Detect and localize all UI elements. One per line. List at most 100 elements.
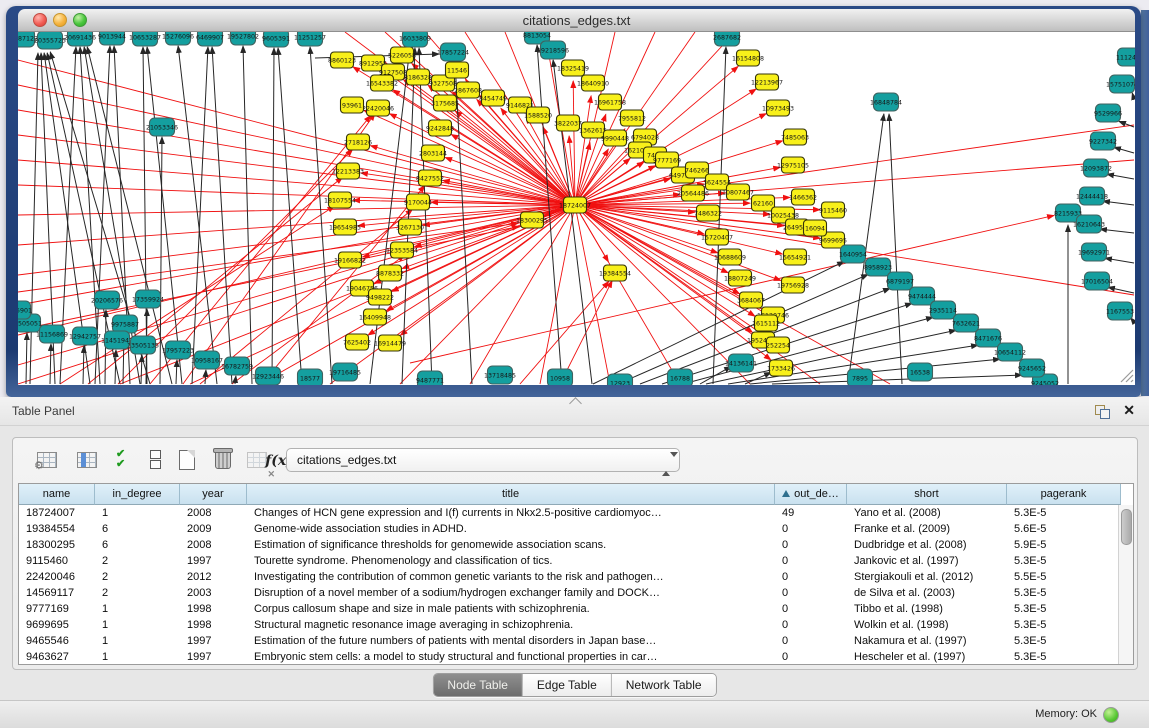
- network-node[interactable]: 1588520: [524, 107, 552, 123]
- network-node[interactable]: 16543382: [366, 75, 398, 91]
- new-table-icon[interactable]: [173, 449, 201, 475]
- network-node[interactable]: 17359924: [132, 290, 164, 308]
- network-node[interactable]: 10807467: [722, 184, 754, 200]
- network-node[interactable]: 12444418: [1076, 187, 1108, 205]
- network-node[interactable]: 2935114: [929, 301, 957, 319]
- memory-status-icon[interactable]: [1103, 707, 1119, 723]
- network-node[interactable]: 12975105: [777, 157, 809, 173]
- network-node[interactable]: 2718126: [344, 134, 372, 150]
- network-node[interactable]: 5226058: [388, 47, 416, 63]
- network-node[interactable]: 16538: [908, 363, 933, 381]
- network-node[interactable]: 8958923: [864, 258, 892, 276]
- column-header-title[interactable]: title: [247, 484, 775, 505]
- network-node[interactable]: 3684067: [737, 292, 765, 308]
- network-node[interactable]: 9990448: [601, 130, 629, 146]
- network-node[interactable]: 62160: [752, 195, 775, 211]
- column-header-name[interactable]: name: [19, 484, 95, 505]
- network-node[interactable]: 9529966: [1094, 104, 1122, 122]
- network-node[interactable]: 9013944: [98, 32, 126, 45]
- table-row[interactable]: 977716911998Corpus callosum shape and si…: [19, 601, 1133, 617]
- network-node[interactable]: 16914479: [374, 335, 406, 351]
- network-node[interactable]: 16848784: [870, 93, 902, 111]
- network-node[interactable]: 12942757: [69, 327, 101, 345]
- network-node[interactable]: 3267130: [396, 219, 424, 235]
- network-node[interactable]: 252254: [766, 337, 790, 353]
- network-node[interactable]: 2867608: [454, 82, 482, 98]
- network-node[interactable]: 2803144: [419, 145, 447, 161]
- column-header-pagerank[interactable]: pagerank: [1007, 484, 1121, 505]
- network-node[interactable]: 9605391: [262, 32, 290, 47]
- table-settings-icon[interactable]: ⚙: [33, 449, 61, 475]
- network-node[interactable]: 15654921: [779, 249, 811, 265]
- network-node[interactable]: 12213383: [332, 163, 364, 179]
- network-node[interactable]: 10958: [548, 369, 573, 385]
- network-node[interactable]: 10958167: [191, 351, 223, 369]
- column-header-out_de[interactable]: out_de…: [775, 484, 847, 505]
- tab-edge-table[interactable]: Edge Table: [522, 674, 611, 696]
- network-node[interactable]: 18107554: [324, 192, 356, 208]
- network-node[interactable]: 6469907: [196, 32, 224, 46]
- network-node[interactable]: 21053346: [146, 118, 178, 136]
- network-node[interactable]: 11251257: [294, 32, 326, 46]
- network-node[interactable]: 10653287: [129, 32, 161, 46]
- network-node[interactable]: 9115460: [819, 202, 847, 218]
- network-node[interactable]: 18577: [298, 369, 323, 385]
- network-node[interactable]: 16788: [668, 369, 693, 385]
- network-node[interactable]: 13718485: [484, 366, 516, 384]
- network-canvas[interactable]: 1872400718300295193845548860123891295552…: [18, 32, 1135, 385]
- network-node[interactable]: 19716485: [329, 363, 361, 381]
- network-node[interactable]: 1615112: [752, 315, 780, 331]
- show-column-icon[interactable]: [73, 449, 101, 475]
- table-row[interactable]: 1872400712008Changes of HCN gene express…: [19, 505, 1133, 521]
- float-window-icon[interactable]: [1095, 405, 1109, 418]
- network-node[interactable]: 20355725: [34, 32, 66, 49]
- network-node[interactable]: 16409948: [359, 309, 391, 325]
- network-node[interactable]: 7895: [848, 369, 873, 385]
- network-node[interactable]: 9498222: [366, 289, 394, 305]
- select-all-icon[interactable]: ✔✔: [110, 449, 138, 475]
- network-node[interactable]: 19654985: [329, 219, 361, 235]
- network-window-titlebar[interactable]: citations_edges.txt: [18, 9, 1135, 32]
- network-node[interactable]: 18325419: [557, 60, 589, 76]
- network-node[interactable]: 11156869: [36, 325, 68, 343]
- network-node[interactable]: 6879197: [886, 272, 914, 290]
- network-node[interactable]: 15751074: [1106, 75, 1135, 93]
- scrollbar-thumb[interactable]: [1121, 509, 1132, 545]
- network-node[interactable]: 18807249: [724, 270, 756, 286]
- network-node[interactable]: 7486322: [694, 205, 722, 221]
- network-node[interactable]: 1167553: [1106, 302, 1134, 320]
- network-node[interactable]: 8878332: [376, 265, 404, 281]
- table-row[interactable]: 1830029562008Estimation of significance …: [19, 537, 1133, 553]
- network-node[interactable]: 20564486: [677, 185, 709, 201]
- network-node[interactable]: 19384554: [599, 265, 631, 281]
- network-node[interactable]: 11546: [446, 62, 469, 78]
- network-node[interactable]: 1112461: [1116, 48, 1135, 66]
- network-node[interactable]: 16782759: [221, 357, 253, 375]
- table-row[interactable]: 1938455462009Genome-wide association stu…: [19, 521, 1133, 537]
- network-node[interactable]: 20691436: [64, 32, 96, 46]
- column-header-in_degree[interactable]: in_degree: [95, 484, 180, 505]
- network-node[interactable]: 7625402: [343, 334, 371, 350]
- network-node[interactable]: 8186328: [404, 69, 432, 85]
- table-row[interactable]: 946362711997Embryonic stem cells: a mode…: [19, 649, 1133, 665]
- network-node[interactable]: 16210643: [1073, 215, 1105, 233]
- tab-network-table[interactable]: Network Table: [611, 674, 716, 696]
- network-node[interactable]: 3175685: [431, 95, 459, 111]
- network-node[interactable]: 8471676: [974, 329, 1002, 347]
- network-node[interactable]: 19692971: [1078, 243, 1110, 261]
- network-node[interactable]: 2687682: [713, 32, 741, 46]
- table-row[interactable]: 946554611997Estimation of the future num…: [19, 633, 1133, 649]
- network-node[interactable]: 16094: [804, 220, 827, 236]
- tab-node-table[interactable]: Node Table: [433, 674, 522, 696]
- table-row[interactable]: 2242004622012Investigating the contribut…: [19, 569, 1133, 585]
- network-node[interactable]: 12213967: [751, 74, 783, 90]
- network-node[interactable]: 12353584: [386, 242, 418, 258]
- network-node[interactable]: 12923446: [252, 367, 284, 385]
- network-node[interactable]: 18300295: [516, 212, 548, 228]
- network-node[interactable]: 7485063: [781, 129, 809, 145]
- network-node[interactable]: 9777169: [653, 152, 681, 168]
- network-node[interactable]: 16961758: [594, 94, 626, 110]
- column-header-short[interactable]: short: [847, 484, 1007, 505]
- network-node[interactable]: 20206576: [91, 291, 123, 309]
- network-node[interactable]: 18640910: [577, 75, 609, 91]
